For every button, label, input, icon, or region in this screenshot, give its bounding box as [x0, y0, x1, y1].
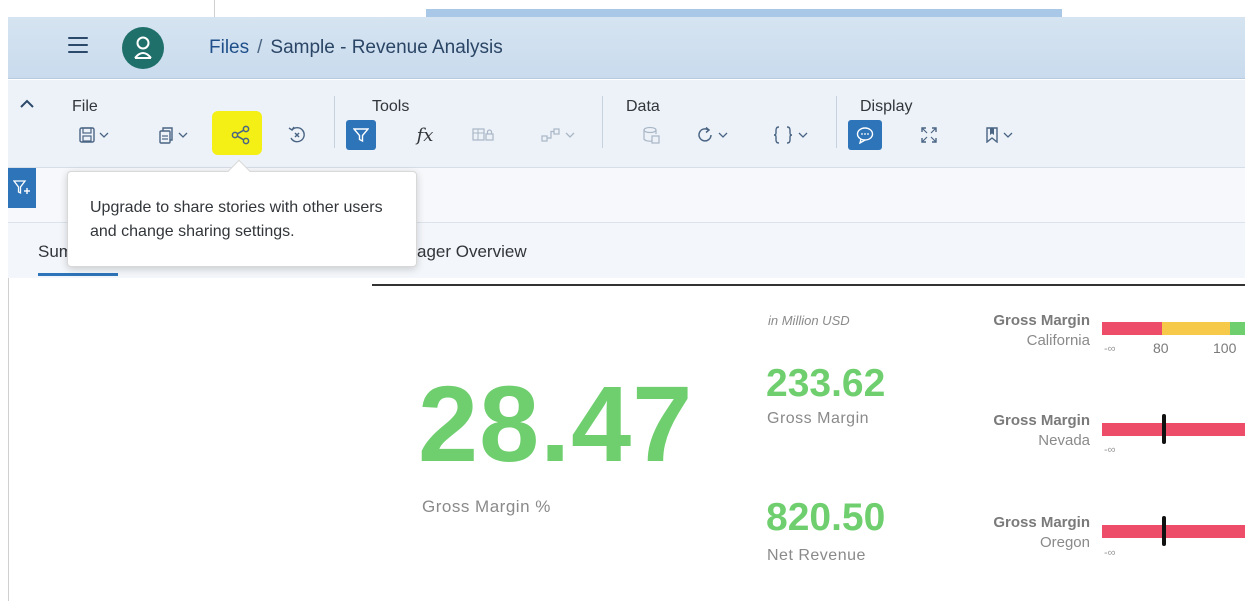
user-icon: [134, 36, 152, 59]
user-avatar[interactable]: [122, 27, 164, 69]
breadcrumb-separator: /: [257, 37, 263, 58]
chevron-down-icon: [1003, 132, 1013, 138]
chevron-down-icon: [798, 132, 808, 138]
share-button[interactable]: [222, 120, 260, 150]
hamburger-icon[interactable]: [68, 37, 88, 55]
bullet-region: Nevada: [1038, 432, 1090, 449]
code-icon: [773, 126, 793, 144]
bullet-title: Gross Margin: [993, 412, 1090, 429]
link-dimensions-button[interactable]: [534, 120, 582, 150]
net-revenue-value[interactable]: 820.50: [766, 498, 885, 537]
bullet-title: Gross Margin: [993, 514, 1090, 531]
shell-header: Files / Sample - Revenue Analysis: [8, 17, 1245, 79]
bullet-title: Gross Margin: [993, 312, 1090, 329]
bullet-region: California: [1026, 332, 1090, 349]
bullet-actual-marker: [1162, 414, 1166, 444]
axis-tick-label: 80: [1153, 340, 1169, 356]
chevron-down-icon: [718, 132, 728, 138]
fullscreen-icon: [921, 127, 937, 143]
comment-button[interactable]: [848, 120, 882, 150]
bar-yellow-segment: [1162, 322, 1230, 335]
group-divider: [602, 96, 603, 148]
bookmark-icon: [986, 127, 998, 143]
group-label-data: Data: [626, 98, 660, 115]
refresh-button[interactable]: [688, 120, 736, 150]
bar-green-segment: [1230, 322, 1245, 335]
section-divider: [372, 284, 1245, 286]
group-divider: [836, 96, 837, 148]
link-icon: [541, 128, 560, 142]
save-button[interactable]: [68, 120, 120, 150]
share-icon: [231, 125, 250, 145]
active-tab-indicator: [38, 273, 118, 276]
save-icon: [79, 127, 95, 143]
filter-icon: [353, 128, 369, 143]
add-filter-icon: [13, 180, 30, 195]
bullet-actual-marker: [1162, 516, 1166, 546]
story-toolbar: File Tools Data Display fx: [8, 80, 1245, 168]
chevron-down-icon: [99, 132, 109, 138]
comment-icon: [856, 127, 874, 144]
filter-button[interactable]: [346, 120, 376, 150]
bookmark-button[interactable]: [976, 120, 1022, 150]
browser-tab-strip: [0, 0, 1245, 17]
axis-min-label: -∞: [1104, 444, 1116, 456]
group-label-tools: Tools: [372, 98, 410, 115]
canvas-left-border: [8, 278, 9, 601]
scripting-button[interactable]: [764, 120, 816, 150]
chevron-up-icon[interactable]: [20, 96, 34, 114]
fullscreen-button[interactable]: [914, 120, 944, 150]
group-label-display: Display: [860, 98, 913, 115]
gross-margin-value[interactable]: 233.62: [766, 364, 885, 403]
formula-icon[interactable]: fx: [412, 120, 438, 150]
revert-button[interactable]: [282, 120, 312, 150]
bar-red-segment: [1102, 423, 1245, 436]
data-source-button[interactable]: [636, 120, 666, 150]
axis-min-label: -∞: [1104, 547, 1116, 559]
bullet-region: Oregon: [1039, 534, 1090, 551]
chevron-down-icon: [565, 132, 575, 138]
axis-min-label: -∞: [1104, 343, 1116, 355]
revert-icon: [288, 126, 305, 143]
bar-red-segment: [1102, 525, 1245, 538]
copy-button[interactable]: [148, 120, 198, 150]
breadcrumb: Files / Sample - Revenue Analysis: [209, 37, 503, 59]
share-upgrade-tooltip: Upgrade to share stories with other user…: [67, 159, 417, 267]
gross-margin-pct-value[interactable]: 28.47: [418, 370, 693, 478]
group-label-file: File: [72, 98, 98, 115]
browser-tab-indicator: [426, 9, 1062, 17]
tooltip-text: Upgrade to share stories with other user…: [90, 199, 383, 240]
bar-red-segment: [1102, 322, 1162, 335]
breadcrumb-files-link[interactable]: Files: [209, 37, 249, 58]
table-lock-button[interactable]: [468, 120, 498, 150]
add-filter-button[interactable]: [8, 168, 36, 208]
net-revenue-label: Net Revenue: [767, 547, 866, 564]
tab-separator: [214, 0, 215, 17]
gross-margin-label: Gross Margin: [767, 410, 870, 427]
group-divider: [334, 96, 335, 148]
gross-margin-pct-label: Gross Margin %: [422, 497, 551, 516]
refresh-icon: [698, 126, 712, 142]
table-icon: [472, 128, 494, 141]
data-source-icon: [643, 126, 660, 144]
page: Files / Sample - Revenue Analysis File Too…: [0, 0, 1245, 601]
chevron-down-icon: [178, 132, 188, 138]
axis-tick-label: 100: [1213, 340, 1237, 356]
unit-note: in Million USD: [768, 313, 850, 328]
breadcrumb-current: Sample - Revenue Analysis: [270, 37, 503, 58]
copy-icon: [159, 126, 173, 144]
tab-manager-overview[interactable]: ager Overview: [417, 242, 527, 262]
